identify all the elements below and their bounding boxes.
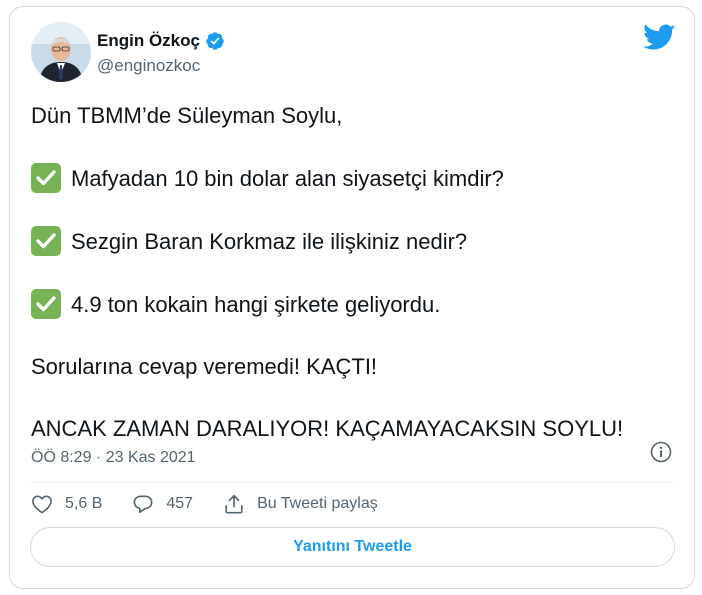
tweet-timestamp[interactable]: ÖÖ 8:29 · 23 Kas 2021	[31, 449, 196, 467]
avatar-portrait	[31, 22, 91, 82]
twitter-bird-icon[interactable]	[643, 24, 676, 52]
tweet-line: Sezgin Baran Korkmaz ile ilişkiniz nedir…	[31, 226, 681, 257]
tweet-line: Mafyadan 10 bin dolar alan siyasetçi kim…	[31, 163, 681, 194]
info-icon[interactable]	[650, 441, 672, 463]
author-name-row[interactable]: Engin Özkoç	[97, 31, 225, 51]
tweet-line: 4.9 ton kokain hangi şirkete geliyordu.	[31, 289, 681, 320]
like-button[interactable]: 5,6 B	[31, 494, 102, 514]
share-label: Bu Tweeti paylaş	[257, 495, 378, 512]
author-name[interactable]: Engin Özkoç	[97, 31, 200, 51]
tweet-line: Dün TBMM’de Süleyman Soylu,	[31, 103, 343, 128]
like-count: 5,6 B	[65, 495, 103, 512]
share-icon	[225, 494, 243, 514]
author-handle[interactable]: @enginozkoc	[97, 56, 200, 76]
tweet-line-text: 4.9 ton kokain hangi şirkete geliyordu.	[71, 292, 441, 317]
tweet-line: ANCAK ZAMAN DARALIYOR! KAÇAMAYACAKSIN SO…	[31, 416, 624, 441]
tweet-line-text: Mafyadan 10 bin dolar alan siyasetçi kim…	[71, 166, 504, 191]
speech-bubble-icon	[133, 495, 153, 513]
tweet-text: Dün TBMM’de Süleyman Soylu, Mafyadan 10 …	[31, 101, 681, 444]
avatar[interactable]	[31, 22, 91, 82]
tweet-line-text: Sezgin Baran Korkmaz ile ilişkiniz nedir…	[71, 229, 468, 254]
heart-icon	[32, 495, 52, 514]
tweet-actions: 5,6 B 457 Bu Tweeti paylaş	[31, 493, 408, 515]
tweet-line: Sorularına cevap veremedi! KAÇTI!	[31, 354, 378, 379]
reply-count: 457	[166, 495, 194, 512]
check-mark-button-emoji-icon	[31, 226, 61, 256]
divider	[31, 482, 675, 483]
verified-badge-icon	[205, 31, 225, 51]
reply-count-button[interactable]: 457	[132, 494, 193, 514]
reply-tweet-button[interactable]: Yanıtını Tweetle	[30, 527, 675, 567]
check-mark-button-emoji-icon	[31, 289, 61, 319]
check-mark-button-emoji-icon	[31, 163, 61, 193]
share-button[interactable]: Bu Tweeti paylaş	[223, 493, 378, 515]
tweet-card: Engin Özkoç @enginozkoc Dün TBMM’de Süle…	[9, 6, 695, 589]
